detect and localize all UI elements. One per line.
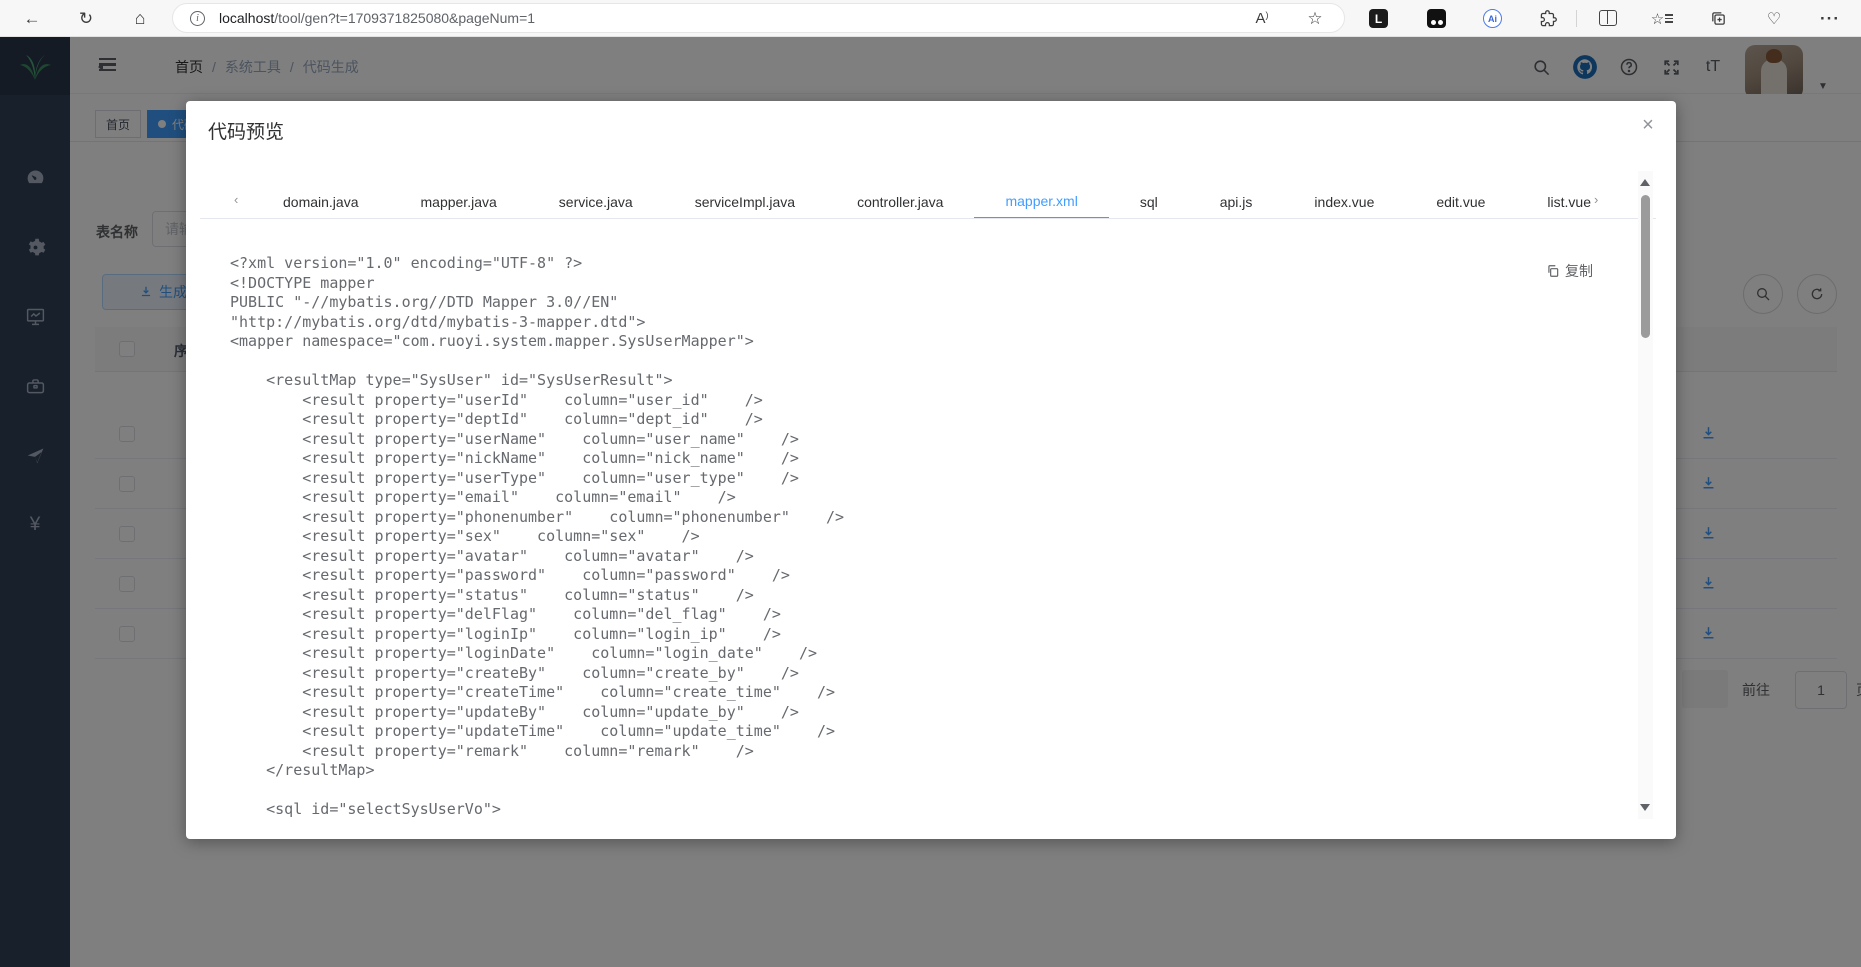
extension-l-icon[interactable]: L (1369, 9, 1388, 28)
tab-domain-java[interactable]: domain.java (252, 185, 390, 219)
collections-icon[interactable] (1704, 0, 1732, 37)
tab-sql[interactable]: sql (1109, 185, 1189, 219)
scroll-down-icon[interactable] (1640, 804, 1650, 811)
tab-edit-vue[interactable]: edit.vue (1405, 185, 1516, 219)
address-bar[interactable]: i localhost/tool/gen?t=1709371825080&pag… (172, 3, 1345, 33)
scroll-up-icon[interactable] (1640, 179, 1650, 186)
url-path: /tool/gen?t=1709371825080&pageNum=1 (274, 10, 536, 26)
refresh-icon[interactable]: ↻ (72, 0, 100, 37)
url-text[interactable]: localhost/tool/gen?t=1709371825080&pageN… (219, 10, 535, 26)
modal-scrollbar[interactable] (1638, 171, 1653, 819)
home-icon[interactable]: ⌂ (126, 0, 154, 37)
file-tabs: domain.java mapper.java service.java ser… (252, 185, 1592, 219)
code-preview-dialog: 代码预览 × ‹ domain.java mapper.java service… (186, 101, 1676, 839)
back-icon[interactable]: ← (18, 0, 46, 37)
code-content[interactable]: <?xml version="1.0" encoding="UTF-8" ?> … (230, 254, 844, 820)
copy-button[interactable]: 复制 (1546, 261, 1593, 281)
close-icon[interactable]: × (1634, 111, 1662, 139)
tabs-divider (200, 218, 1656, 219)
tabs-scroll-right-icon[interactable]: › (1594, 192, 1598, 207)
tab-index-vue[interactable]: index.vue (1283, 185, 1405, 219)
browser-essentials-icon[interactable]: ♡ (1760, 0, 1788, 37)
extensions-puzzle-icon[interactable] (1534, 0, 1562, 37)
browser-toolbar: ← ↻ ⌂ i localhost/tool/gen?t=17093718250… (0, 0, 1861, 37)
tab-api-js[interactable]: api.js (1189, 185, 1284, 219)
tab-controller-java[interactable]: controller.java (826, 185, 974, 219)
tabs-scroll-left-icon[interactable]: ‹ (234, 192, 238, 207)
read-aloud-icon[interactable]: A) (1248, 0, 1276, 37)
more-menu-icon[interactable]: ··· (1816, 0, 1844, 37)
extension-dots-icon[interactable] (1427, 9, 1446, 28)
toolbar-divider (1576, 10, 1577, 27)
tab-mapper-java[interactable]: mapper.java (390, 185, 528, 219)
favorites-bar-icon[interactable]: ☆ (1648, 0, 1676, 37)
tab-serviceimpl-java[interactable]: serviceImpl.java (664, 185, 826, 219)
dialog-title: 代码预览 (208, 122, 285, 143)
tab-service-java[interactable]: service.java (528, 185, 664, 219)
tab-mapper-xml[interactable]: mapper.xml (974, 185, 1109, 219)
copy-icon (1548, 265, 1559, 277)
scrollbar-thumb[interactable] (1641, 195, 1650, 338)
tab-list-vue[interactable]: list.vue (1516, 185, 1592, 219)
url-host: localhost (219, 10, 275, 26)
favorite-star-icon[interactable]: ☆ (1301, 0, 1329, 37)
split-screen-icon[interactable] (1599, 10, 1617, 26)
site-info-icon[interactable]: i (190, 10, 205, 26)
extension-ai-icon[interactable]: Ai (1483, 9, 1502, 28)
